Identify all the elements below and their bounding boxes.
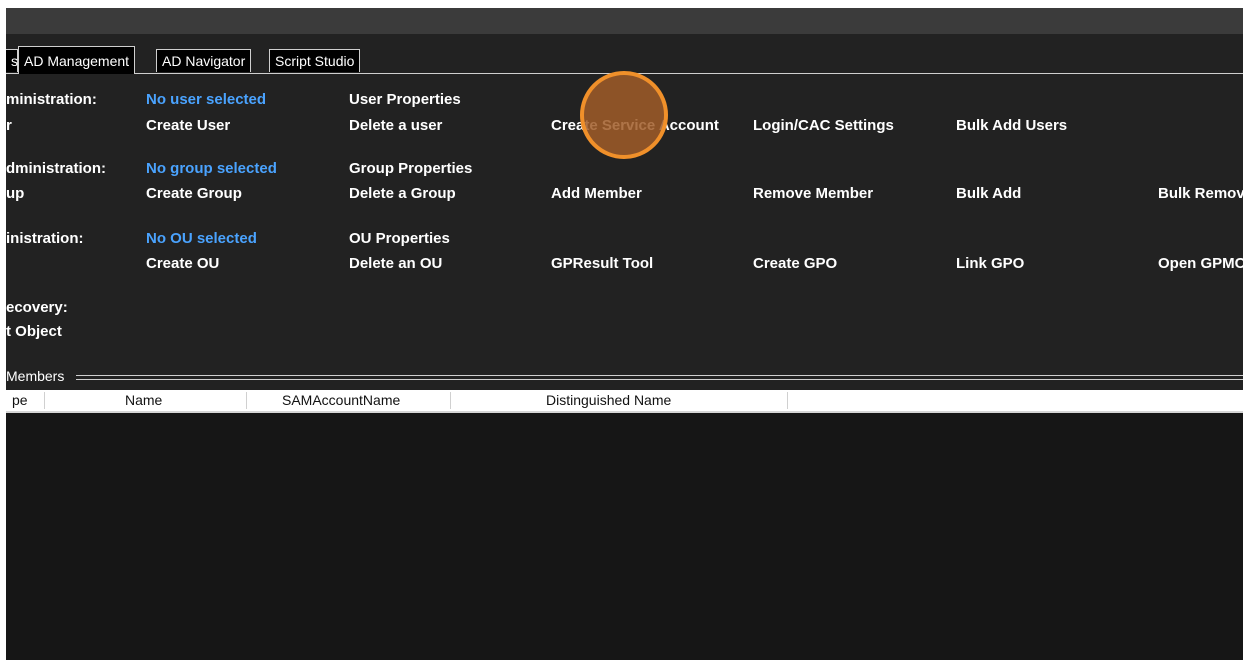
- bulk-add-users-button[interactable]: Bulk Add Users: [956, 117, 1067, 134]
- app-window: s AD Management AD Navigator Script Stud…: [6, 8, 1243, 660]
- members-groupbox-caption: Members: [6, 368, 69, 384]
- click-highlight-indicator: [580, 71, 668, 159]
- bulk-remove-button[interactable]: Bulk Remov: [1158, 185, 1243, 202]
- user-sub-label: r: [6, 117, 12, 134]
- title-bar: [6, 8, 1243, 34]
- column-separator[interactable]: [450, 392, 451, 409]
- open-gpmc-button[interactable]: Open GPMC: [1158, 255, 1243, 272]
- column-type-header[interactable]: pe: [12, 390, 28, 411]
- recovery-heading: ecovery:: [6, 299, 68, 316]
- delete-group-button[interactable]: Delete a Group: [349, 185, 456, 202]
- user-selection-status: No user selected: [146, 91, 267, 108]
- add-member-button[interactable]: Add Member: [551, 185, 642, 202]
- members-groupbox-border: [76, 375, 1243, 380]
- tab-partial[interactable]: s: [6, 49, 18, 72]
- tab-strip: s AD Management AD Navigator Script Stud…: [6, 46, 1243, 74]
- login-cac-settings-button[interactable]: Login/CAC Settings: [753, 117, 894, 134]
- tab-ad-management[interactable]: AD Management: [18, 46, 136, 74]
- column-distinguished-name-header[interactable]: Distinguished Name: [546, 390, 671, 411]
- column-separator[interactable]: [246, 392, 247, 409]
- remove-member-button[interactable]: Remove Member: [753, 185, 873, 202]
- create-user-button[interactable]: Create User: [146, 117, 230, 134]
- column-separator[interactable]: [44, 392, 45, 409]
- ou-admin-heading: inistration:: [6, 230, 84, 247]
- create-ou-button[interactable]: Create OU: [146, 255, 219, 272]
- group-admin-heading: dministration:: [6, 160, 106, 177]
- delete-user-button[interactable]: Delete a user: [349, 117, 442, 134]
- ou-properties-button[interactable]: OU Properties: [349, 230, 450, 247]
- column-separator[interactable]: [787, 392, 788, 409]
- delete-ou-button[interactable]: Delete an OU: [349, 255, 442, 272]
- group-selection-status: No group selected: [146, 160, 277, 177]
- tab-ad-navigator[interactable]: AD Navigator: [156, 49, 252, 72]
- ou-selection-status: No OU selected: [146, 230, 257, 247]
- tab-script-studio[interactable]: Script Studio: [269, 49, 361, 72]
- restore-object-button[interactable]: t Object: [6, 323, 62, 340]
- members-grid-header: pe Name SAMAccountName Distinguished Nam…: [6, 390, 1243, 413]
- bulk-add-button[interactable]: Bulk Add: [956, 185, 1021, 202]
- user-admin-heading: ministration:: [6, 91, 97, 108]
- group-sub-label: up: [6, 185, 25, 202]
- members-grid-body[interactable]: [6, 413, 1243, 660]
- group-properties-button[interactable]: Group Properties: [349, 160, 472, 177]
- gpresult-tool-button[interactable]: GPResult Tool: [551, 255, 653, 272]
- column-name-header[interactable]: Name: [125, 390, 162, 411]
- link-gpo-button[interactable]: Link GPO: [956, 255, 1024, 272]
- create-gpo-button[interactable]: Create GPO: [753, 255, 837, 272]
- create-group-button[interactable]: Create Group: [146, 185, 242, 202]
- column-samaccountname-header[interactable]: SAMAccountName: [282, 390, 400, 411]
- user-properties-button[interactable]: User Properties: [349, 91, 461, 108]
